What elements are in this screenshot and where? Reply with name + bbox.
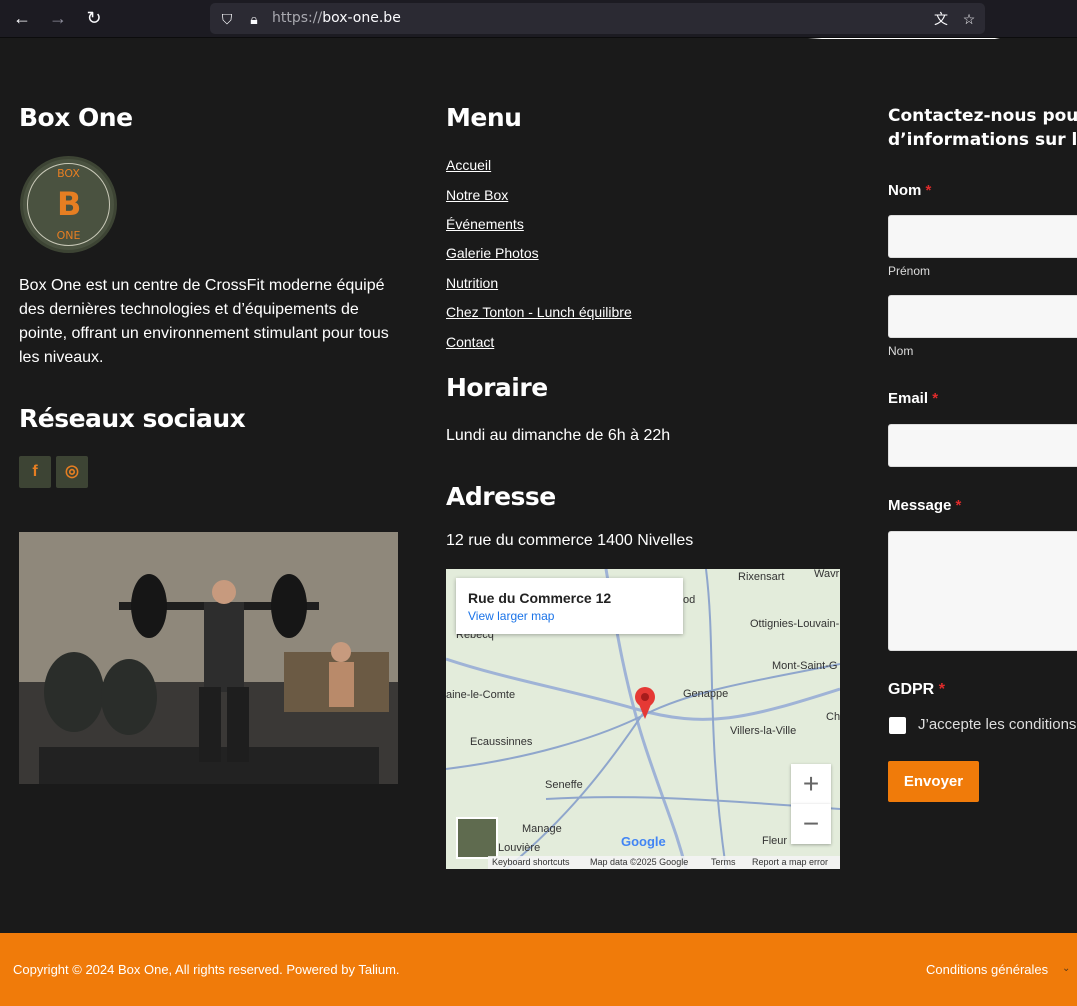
- menu-title: Menu: [446, 103, 522, 132]
- bookmark-star-icon[interactable]: ☆: [960, 10, 978, 28]
- email-label: Email *: [888, 390, 939, 407]
- reload-icon[interactable]: ↻: [84, 8, 104, 28]
- url-text[interactable]: https://box-one.be: [272, 10, 401, 26]
- menu-link-evenements[interactable]: Événements: [446, 216, 524, 232]
- site-footer-widgets: Box One BOX B ONE Box One est un centre …: [0, 39, 1077, 933]
- address-bar[interactable]: ⛉ 🔒︎ https://box-one.be 文 ☆: [210, 3, 985, 34]
- menu-link-nutrition[interactable]: Nutrition: [446, 275, 498, 291]
- nom-sublabel: Nom: [888, 344, 914, 358]
- google-map[interactable]: Rixensart Wavr Rebecq Ottignies-Louvain-…: [446, 569, 840, 869]
- google-logo: Google: [621, 834, 666, 849]
- footer-bar: Copyright © 2024 Box One, All rights res…: [0, 933, 1077, 1006]
- message-textarea[interactable]: [888, 531, 1077, 651]
- instagram-icon[interactable]: ◎: [56, 456, 88, 488]
- contact-heading-line2: d’informations sur le ce: [888, 130, 1077, 150]
- about-description: Box One est un centre de CrossFit modern…: [19, 277, 389, 366]
- map-footer: Keyboard shortcuts Map data ©2025 Google…: [488, 856, 840, 869]
- prenom-sublabel: Prénom: [888, 264, 931, 278]
- gdpr-consent-text: J’accepte les conditions: [918, 716, 1077, 733]
- chevron-down-icon[interactable]: ⌄: [1062, 963, 1070, 974]
- address-text: 12 rue du commerce 1400 Nivelles: [446, 532, 694, 549]
- hours-text: Lundi au dimanche de 6h à 22h: [446, 427, 671, 444]
- menu-link-accueil[interactable]: Accueil: [446, 157, 491, 173]
- map-info-card: Rue du Commerce 12 View larger map: [456, 578, 683, 634]
- contact-heading: Contactez-nous pour ob: [888, 106, 1077, 126]
- brand-title: Box One: [19, 103, 133, 132]
- menu-link-chez-tonton[interactable]: Chez Tonton - Lunch équilibre: [446, 304, 632, 320]
- menu-link-galerie[interactable]: Galerie Photos: [446, 245, 539, 261]
- hours-title: Horaire: [446, 373, 548, 402]
- browser-toolbar: ← → ↻ ⛉ 🔒︎ https://box-one.be 文 ☆: [0, 0, 1077, 38]
- menu-link-contact[interactable]: Contact: [446, 334, 494, 350]
- nom-label: Nom *: [888, 182, 932, 199]
- gdpr-label: GDPR *: [888, 681, 945, 698]
- lock-icon[interactable]: 🔒︎: [245, 10, 263, 28]
- facebook-icon[interactable]: f: [19, 456, 51, 488]
- view-larger-map-link[interactable]: View larger map: [468, 609, 554, 623]
- nom-input[interactable]: [888, 295, 1077, 338]
- email-input[interactable]: [888, 424, 1077, 467]
- message-label: Message *: [888, 497, 962, 514]
- address-title: Adresse: [446, 482, 556, 511]
- shield-icon[interactable]: ⛉: [218, 10, 236, 28]
- prenom-input[interactable]: [888, 215, 1077, 258]
- conditions-link[interactable]: Conditions générales: [926, 962, 1048, 977]
- box-one-logo: BOX B ONE: [20, 156, 117, 253]
- copyright-text: Copyright © 2024 Box One, All rights res…: [13, 962, 400, 977]
- gdpr-checkbox[interactable]: [889, 717, 906, 734]
- satellite-toggle-button[interactable]: [456, 817, 498, 859]
- translate-icon[interactable]: 文: [932, 10, 950, 28]
- zoom-out-button[interactable]: −: [791, 804, 831, 844]
- social-title: Réseaux sociaux: [19, 404, 246, 433]
- zoom-in-button[interactable]: +: [791, 764, 831, 804]
- menu-link-notre-box[interactable]: Notre Box: [446, 187, 508, 203]
- back-icon[interactable]: ←: [12, 8, 32, 28]
- forward-icon[interactable]: →: [48, 8, 68, 28]
- submit-button[interactable]: Envoyer: [888, 761, 979, 802]
- crossfit-photo: [19, 532, 398, 784]
